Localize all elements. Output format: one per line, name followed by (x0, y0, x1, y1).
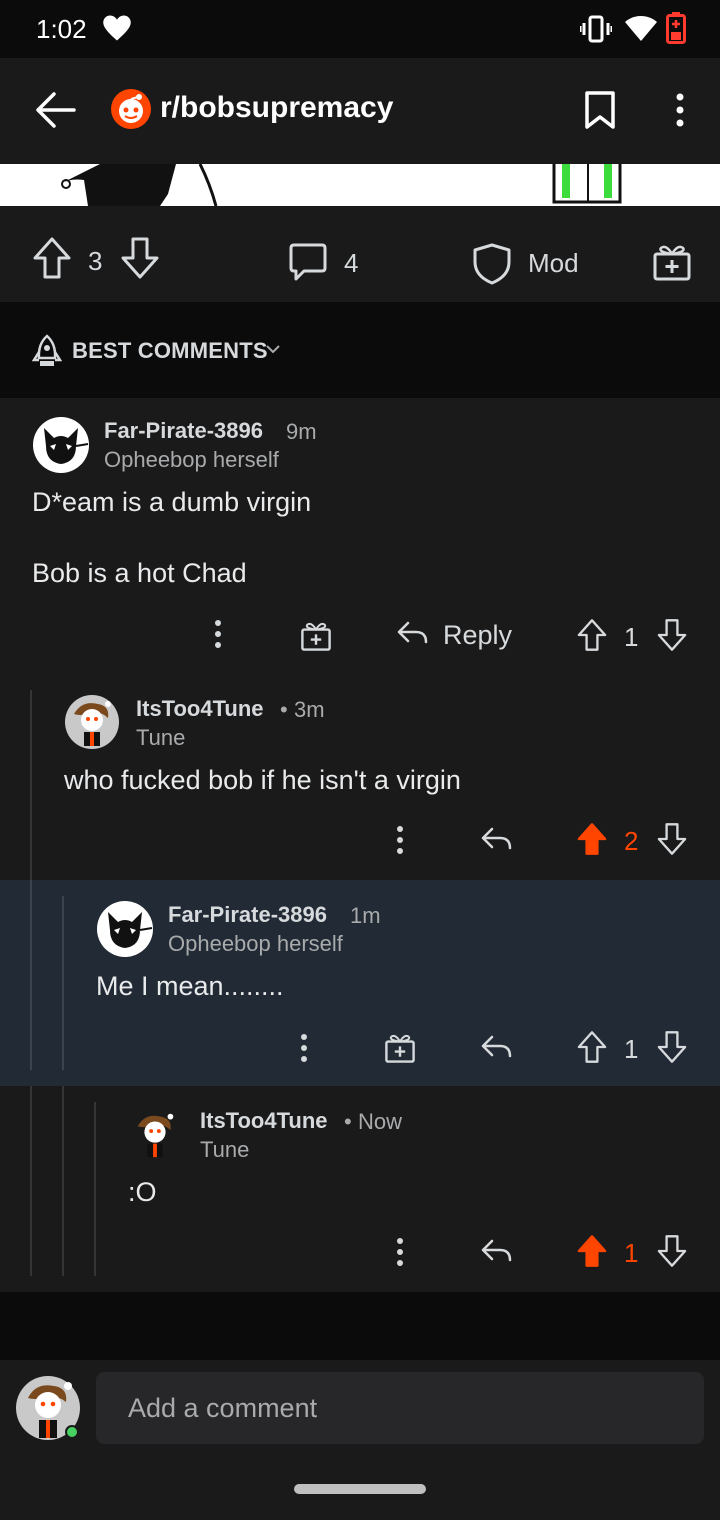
mod-label[interactable]: Mod (528, 248, 579, 279)
user-flair: Opheebop herself (104, 447, 279, 472)
bookmark-icon[interactable] (584, 90, 616, 130)
wifi-icon (624, 14, 658, 42)
gift-award-icon[interactable] (652, 242, 692, 282)
thread-line[interactable] (62, 1086, 64, 1276)
downvote-arrow-icon[interactable] (656, 822, 688, 856)
more-options-icon[interactable] (390, 1236, 410, 1268)
thread-line[interactable] (94, 1102, 96, 1276)
comment-body: :O (128, 1177, 157, 1207)
vibrate-icon (580, 14, 612, 44)
status-time: 1:02 (36, 14, 87, 44)
comment-score: 1 (624, 1238, 639, 1268)
upvoted-arrow-icon[interactable] (576, 822, 608, 856)
comment-composer-bar (0, 1360, 720, 1520)
upvote-arrow-icon[interactable] (576, 1030, 608, 1064)
comment-time: 3m (294, 697, 325, 722)
comment-time: 9m (286, 419, 317, 444)
upvoted-arrow-icon[interactable] (576, 1234, 608, 1268)
shield-icon[interactable] (472, 242, 512, 286)
chevron-down-icon[interactable] (264, 342, 282, 356)
comment-author[interactable]: Far-Pirate-3896 (168, 902, 327, 928)
app-header: r/bobsupremacy (0, 58, 720, 164)
post-action-bar: 3 4 Mod (0, 206, 720, 302)
avatar[interactable] (96, 900, 154, 958)
user-flair: Tune (200, 1137, 250, 1162)
comment-body: who fucked bob if he isn't a virgin (64, 765, 461, 795)
comment-2: ItsToo4Tune • 3m Tune who fucked bob if … (0, 680, 720, 880)
comment-author[interactable]: ItsToo4Tune (136, 696, 264, 722)
comment-time: 1m (350, 903, 381, 928)
downvote-arrow-icon[interactable] (120, 236, 160, 280)
sort-label[interactable]: BEST COMMENTS (72, 338, 268, 364)
comment-4: ItsToo4Tune • Now Tune :O 1 (0, 1086, 720, 1292)
downvote-arrow-icon[interactable] (656, 1030, 688, 1064)
more-options-icon[interactable] (670, 92, 690, 128)
gift-award-icon[interactable] (384, 1032, 416, 1064)
post-score: 3 (88, 246, 103, 276)
comment-score: 2 (624, 826, 639, 856)
comment-body: Me I mean........ (96, 971, 284, 1001)
rocket-icon (32, 334, 62, 368)
upvote-arrow-icon[interactable] (576, 618, 608, 652)
back-arrow-icon[interactable] (34, 88, 78, 132)
heart-icon (102, 14, 132, 42)
downvote-arrow-icon[interactable] (656, 618, 688, 652)
comment-time: Now (358, 1109, 403, 1134)
downvote-arrow-icon[interactable] (656, 1234, 688, 1268)
comment-score: 1 (624, 1034, 639, 1064)
thread-line[interactable] (62, 896, 64, 1070)
comment-body-line: D*eam is a dumb virgin (32, 487, 312, 517)
comment-bubble-icon[interactable] (288, 242, 328, 282)
avatar[interactable] (64, 694, 120, 750)
comment-1: Far-Pirate-3896 9m Opheebop herself D*ea… (0, 398, 720, 680)
thread-line[interactable] (30, 880, 32, 1070)
comment-score: 1 (624, 622, 639, 652)
subreddit-avatar-icon[interactable] (110, 88, 152, 130)
add-comment-input[interactable] (96, 1372, 704, 1444)
thread-line[interactable] (30, 690, 32, 880)
reply-button[interactable]: Reply (443, 620, 512, 651)
post-image[interactable] (0, 164, 720, 206)
comment-3-highlighted: Far-Pirate-3896 1m Opheebop herself Me I… (0, 880, 720, 1086)
more-options-icon[interactable] (208, 618, 228, 650)
home-indicator[interactable] (294, 1484, 426, 1494)
comments-count: 4 (344, 248, 359, 278)
thread-line[interactable] (30, 1086, 32, 1276)
user-flair: Opheebop herself (168, 931, 343, 956)
subreddit-name[interactable]: r/bobsupremacy (160, 91, 393, 125)
comment-author[interactable]: Far-Pirate-3896 (104, 418, 263, 444)
status-bar: 1:02 (0, 0, 720, 58)
battery-low-icon (666, 12, 686, 44)
sort-bar[interactable]: BEST COMMENTS (0, 302, 720, 398)
reply-arrow-icon[interactable] (480, 1034, 512, 1060)
dot-separator: • (280, 697, 288, 722)
reply-arrow-icon[interactable] (480, 1238, 512, 1264)
comment-author[interactable]: ItsToo4Tune (200, 1108, 328, 1134)
user-flair: Tune (136, 725, 186, 750)
dot-separator: • (344, 1109, 352, 1134)
avatar[interactable] (128, 1106, 182, 1162)
reply-arrow-icon[interactable] (480, 826, 512, 852)
more-options-icon[interactable] (390, 824, 410, 856)
more-options-icon[interactable] (294, 1032, 314, 1064)
avatar[interactable] (32, 416, 90, 474)
upvote-arrow-icon[interactable] (32, 236, 72, 280)
gift-award-icon[interactable] (300, 620, 332, 652)
comment-body-line: Bob is a hot Chad (32, 558, 247, 588)
reply-arrow-icon[interactable] (396, 620, 428, 646)
user-avatar[interactable] (14, 1374, 82, 1442)
